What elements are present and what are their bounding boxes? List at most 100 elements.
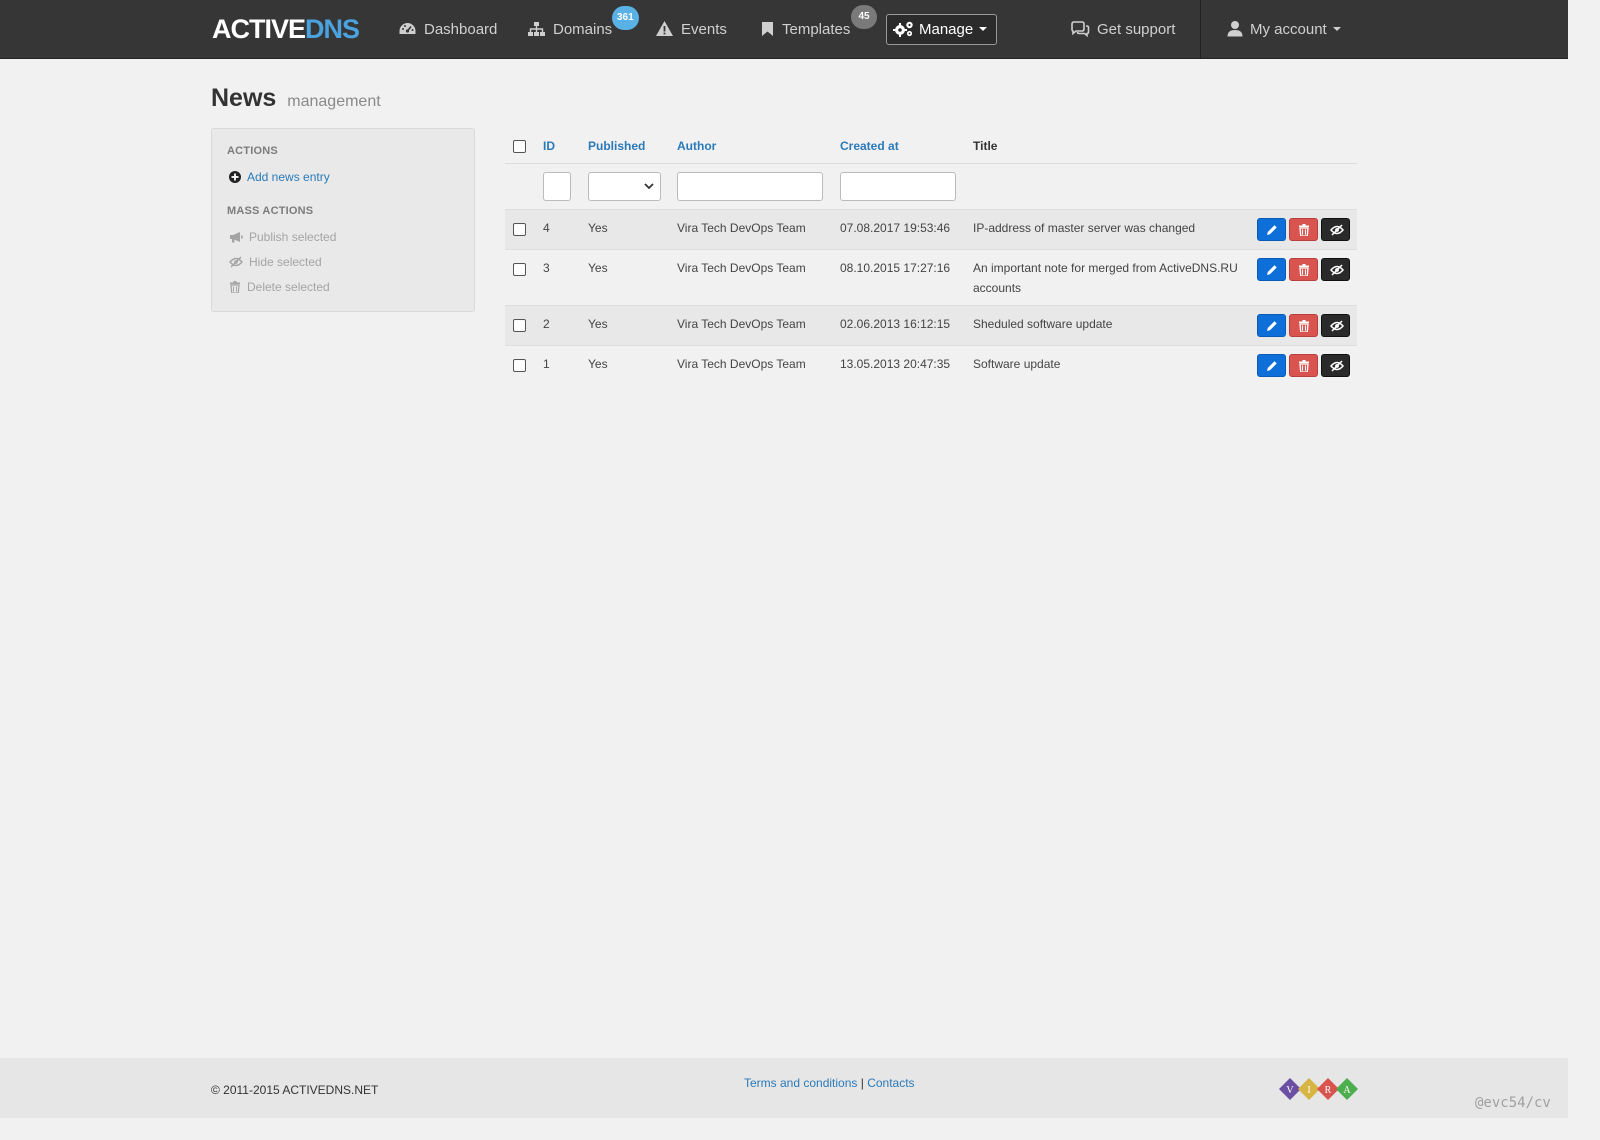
- table-row: 1 Yes Vira Tech DevOps Team 13.05.2013 2…: [505, 346, 1357, 386]
- eye-slash-icon: [1330, 264, 1344, 276]
- table-header: ID Published Author Created at Title: [505, 128, 1357, 164]
- column-header-id[interactable]: ID: [543, 139, 555, 153]
- table-row: 4 Yes Vira Tech DevOps Team 07.08.2017 1…: [505, 210, 1357, 250]
- templates-count-badge: 45: [851, 5, 877, 29]
- cell-published: Yes: [588, 261, 608, 275]
- pencil-icon: [1267, 361, 1277, 371]
- column-header-published[interactable]: Published: [588, 139, 645, 153]
- created-at-filter-input[interactable]: [840, 172, 956, 201]
- column-header-created-at[interactable]: Created at: [840, 139, 899, 153]
- mass-actions-heading: Mass actions: [227, 205, 314, 217]
- pencil-icon: [1267, 265, 1277, 275]
- nav-events[interactable]: Events: [655, 0, 727, 59]
- filter-row: [505, 164, 1357, 210]
- nav-templates[interactable]: Templates: [760, 0, 850, 59]
- table-row: 3 Yes Vira Tech DevOps Team 08.10.2015 1…: [505, 250, 1357, 306]
- eye-slash-icon: [1330, 224, 1344, 236]
- chevron-down-icon: [644, 183, 654, 190]
- comments-icon: [1071, 21, 1090, 38]
- publish-selected-link[interactable]: Publish selected: [229, 230, 336, 244]
- add-news-entry-link[interactable]: Add news entry: [229, 170, 330, 184]
- cell-author: Vira Tech DevOps Team: [677, 357, 806, 371]
- page-title: News management: [211, 84, 381, 112]
- chevron-down-icon: [1332, 27, 1341, 31]
- vira-logo-letter: A: [1343, 1085, 1351, 1096]
- cell-created-at: 08.10.2015 17:27:16: [840, 261, 951, 275]
- cell-id: 1: [543, 357, 550, 371]
- actions-sidebar: Actions Add news entry Mass actions Publ…: [211, 128, 475, 312]
- toggle-visibility-button[interactable]: [1321, 218, 1350, 241]
- cell-id: 4: [543, 221, 550, 235]
- actions-heading: Actions: [227, 145, 278, 157]
- trash-icon: [1299, 360, 1309, 372]
- nav-get-support[interactable]: Get support: [1070, 0, 1175, 59]
- cell-published: Yes: [588, 357, 608, 371]
- domains-count-badge: 361: [612, 6, 639, 30]
- cell-id: 2: [543, 317, 550, 331]
- terms-link[interactable]: Terms and conditions: [744, 1076, 857, 1090]
- select-all-checkbox[interactable]: [513, 140, 526, 153]
- nav-domains[interactable]: Domains: [527, 0, 612, 59]
- cell-author: Vira Tech DevOps Team: [677, 261, 806, 275]
- vira-logo-letter: V: [1286, 1085, 1294, 1096]
- vira-logo-letter: I: [1307, 1085, 1310, 1096]
- edit-button[interactable]: [1257, 218, 1286, 241]
- brand-logo[interactable]: ACTIVEDNS: [212, 13, 360, 45]
- column-header-author[interactable]: Author: [677, 139, 716, 153]
- id-filter-input[interactable]: [543, 172, 571, 201]
- page-subtitle: management: [287, 93, 381, 110]
- row-checkbox[interactable]: [513, 319, 526, 332]
- trash-icon: [230, 281, 240, 294]
- edit-button[interactable]: [1257, 314, 1286, 337]
- pencil-icon: [1267, 321, 1277, 331]
- cell-author: Vira Tech DevOps Team: [677, 317, 806, 331]
- nav-divider: [1200, 0, 1201, 59]
- dashboard-icon: [399, 23, 416, 34]
- vira-logo: V I R A: [1279, 1078, 1358, 1100]
- cell-created-at: 13.05.2013 20:47:35: [840, 357, 951, 371]
- trash-icon: [1299, 320, 1309, 332]
- warning-icon: [656, 21, 673, 36]
- cell-title: IP-address of master server was changed: [973, 221, 1196, 235]
- cell-published: Yes: [588, 317, 608, 331]
- column-header-title: Title: [973, 139, 998, 153]
- copyright-text: © 2011-2015 ACTIVEDNS.NET: [211, 1083, 379, 1097]
- row-checkbox[interactable]: [513, 223, 526, 236]
- delete-selected-link[interactable]: Delete selected: [229, 280, 330, 294]
- trash-icon: [1299, 264, 1309, 276]
- table-row: 2 Yes Vira Tech DevOps Team 02.06.2013 1…: [505, 306, 1357, 346]
- gears-icon: [893, 21, 913, 37]
- cell-title: An important note for merged from Active…: [973, 261, 1238, 295]
- cell-id: 3: [543, 261, 550, 275]
- author-filter-input[interactable]: [677, 172, 823, 201]
- edit-button[interactable]: [1257, 258, 1286, 281]
- cell-created-at: 07.08.2017 19:53:46: [840, 221, 951, 235]
- cell-title: Software update: [973, 357, 1061, 371]
- chevron-down-icon: [979, 27, 988, 31]
- toggle-visibility-button[interactable]: [1321, 354, 1350, 377]
- toggle-visibility-button[interactable]: [1321, 314, 1350, 337]
- published-filter-select[interactable]: [588, 172, 661, 201]
- pencil-icon: [1267, 225, 1277, 235]
- nav-dashboard[interactable]: Dashboard: [398, 0, 497, 59]
- delete-button[interactable]: [1289, 258, 1318, 281]
- edit-button[interactable]: [1257, 354, 1286, 377]
- cell-title: Sheduled software update: [973, 317, 1113, 331]
- manage-dropdown-button[interactable]: Manage: [886, 14, 997, 45]
- nav-my-account[interactable]: My account: [1227, 0, 1341, 59]
- cell-created-at: 02.06.2013 16:12:15: [840, 317, 951, 331]
- bullhorn-icon: [230, 232, 243, 243]
- eye-slash-icon: [229, 256, 243, 268]
- delete-button[interactable]: [1289, 314, 1318, 337]
- delete-button[interactable]: [1289, 354, 1318, 377]
- sitemap-icon: [528, 22, 545, 36]
- hide-selected-link[interactable]: Hide selected: [229, 255, 322, 269]
- row-checkbox[interactable]: [513, 359, 526, 372]
- toggle-visibility-button[interactable]: [1321, 258, 1350, 281]
- delete-button[interactable]: [1289, 218, 1318, 241]
- user-icon: [1227, 21, 1243, 37]
- contacts-link[interactable]: Contacts: [867, 1076, 914, 1090]
- row-checkbox[interactable]: [513, 263, 526, 276]
- plus-circle-icon: [229, 171, 241, 183]
- footer-separator: |: [860, 1076, 864, 1090]
